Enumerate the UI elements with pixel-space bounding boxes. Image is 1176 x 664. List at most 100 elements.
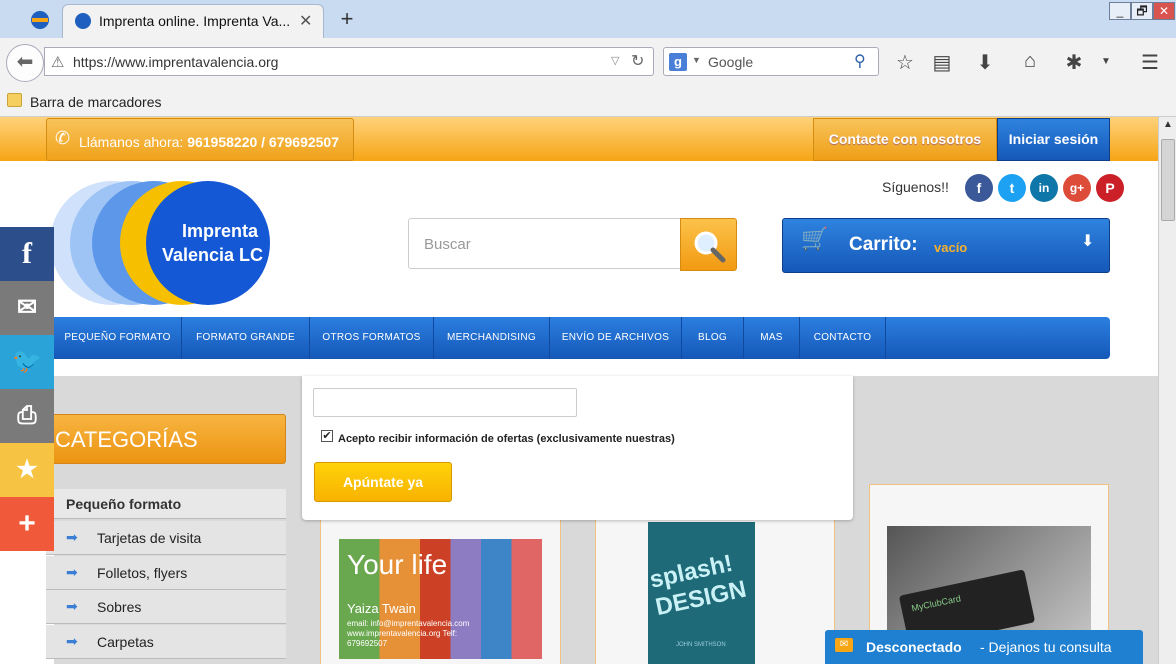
minimize-button[interactable]: _: [1109, 2, 1131, 20]
newsletter-email-input[interactable]: [313, 388, 577, 417]
category-item-label: Tarjetas de visita: [97, 530, 202, 546]
share-twitter-icon[interactable]: 🐦: [0, 335, 54, 389]
login-button[interactable]: Iniciar sesión: [997, 118, 1110, 161]
cart-label: Carrito:: [849, 234, 918, 255]
site-search-input[interactable]: Buscar: [408, 218, 682, 269]
warning-icon: ⚠: [51, 54, 65, 71]
arrow-right-icon: ➡: [66, 633, 78, 649]
call-now-box: ✆ Llámanos ahora: 961958220 / 679692507: [46, 118, 354, 161]
pinterest-icon[interactable]: P: [1096, 174, 1124, 202]
restore-button[interactable]: 🗗: [1131, 2, 1153, 20]
home-icon[interactable]: ⌂: [1018, 50, 1042, 73]
menu-item-merchandising[interactable]: MERCHANDISING: [434, 317, 550, 359]
linkedin-icon[interactable]: in: [1030, 174, 1058, 202]
phone-numbers[interactable]: 961958220 / 679692507: [187, 134, 339, 150]
browser-title-bar: Imprenta online. Imprenta Va... ✕ + _ 🗗 …: [0, 0, 1176, 38]
follow-label: Síguenos!!: [882, 179, 949, 195]
bookmarks-list-icon[interactable]: ▤: [930, 50, 954, 75]
bookmark-star-icon[interactable]: ☆: [893, 50, 917, 75]
reload-icon[interactable]: ↻: [631, 51, 644, 71]
category-item-label: Sobres: [97, 599, 142, 615]
share-more-icon[interactable]: +: [0, 497, 54, 551]
menu-item-contacto[interactable]: CONTACTO: [800, 317, 886, 359]
share-facebook-icon[interactable]: f: [0, 227, 54, 281]
close-window-button[interactable]: ✕: [1153, 2, 1175, 20]
category-item[interactable]: ➡ Sobres: [46, 590, 286, 624]
product-image-design-card[interactable]: splash! DESIGN JOHN SMITHSON: [647, 522, 755, 664]
logo-line-2: Valencia LC: [162, 245, 264, 265]
tab-active[interactable]: Imprenta online. Imprenta Va... ✕: [62, 4, 324, 38]
card2-title: splash! DESIGN: [647, 549, 749, 622]
share-email-icon[interactable]: ✉: [0, 281, 54, 335]
menu-item-formato-grande[interactable]: FORMATO GRANDE: [182, 317, 310, 359]
addon-icon[interactable]: ✱: [1062, 50, 1086, 75]
firefox-menu-icon[interactable]: [20, 6, 60, 34]
close-tab-icon[interactable]: ✕: [299, 11, 312, 31]
downloads-icon[interactable]: ⬇: [973, 50, 997, 75]
category-group[interactable]: Pequeño formato: [46, 489, 286, 519]
cart-state: vacío: [934, 240, 968, 255]
history-dropdown-icon[interactable]: ▽: [611, 54, 619, 67]
facebook-icon[interactable]: f: [965, 174, 993, 202]
url-text: https://www.imprentavalencia.org: [73, 54, 279, 70]
menu-icon[interactable]: ☰: [1138, 50, 1162, 75]
phone-icon: ✆: [55, 128, 71, 148]
product-image-business-card[interactable]: Your life Yaiza Twain email: info@impren…: [339, 539, 542, 659]
chat-status: Desconectado: [866, 639, 962, 655]
scroll-up-icon[interactable]: ▲: [1161, 119, 1175, 133]
addon-dropdown-icon[interactable]: ▼: [1094, 56, 1118, 67]
card1-title: Your life: [347, 549, 448, 580]
web-page: ✆ Llámanos ahora: 961958220 / 679692507 …: [0, 117, 1158, 664]
scroll-thumb[interactable]: [1161, 139, 1175, 221]
google-icon[interactable]: g: [669, 53, 687, 71]
share-print-icon[interactable]: ⎙: [0, 389, 54, 443]
mail-icon: ✉: [835, 638, 853, 652]
category-item[interactable]: ➡ Folletos, flyers: [46, 556, 286, 590]
menu-item-otros-formatos[interactable]: OTROS FORMATOS: [310, 317, 434, 359]
category-item[interactable]: ➡ Carpetas: [46, 625, 286, 659]
cart-icon: 🛒: [801, 226, 829, 251]
subscribe-button[interactable]: Apúntate ya: [314, 462, 452, 502]
search-bar[interactable]: g ▼ Google ⚲: [663, 47, 879, 76]
offers-checkbox[interactable]: ✔: [321, 430, 333, 442]
page-scrollbar[interactable]: ▲: [1158, 117, 1176, 664]
menu-item-blog[interactable]: BLOG: [682, 317, 744, 359]
site-search-button[interactable]: [680, 218, 737, 271]
offers-checkbox-label: Acepto recibir información de ofertas (e…: [338, 433, 675, 445]
search-placeholder: Buscar: [424, 236, 471, 253]
bookmarks-toolbar: Barra de marcadores: [0, 86, 1176, 117]
menu-item-envio-archivos[interactable]: ENVÍO DE ARCHIVOS: [550, 317, 682, 359]
cart-arrow-icon: ⬇: [1081, 233, 1095, 250]
category-item[interactable]: ➡ Tarjetas de visita: [46, 521, 286, 555]
navigation-toolbar: ⬅ ⚠ https://www.imprentavalencia.org ▽ ↻…: [0, 38, 1176, 86]
card2-name: JOHN SMITHSON: [676, 642, 726, 648]
arrow-right-icon: ➡: [66, 529, 78, 545]
call-label: Llámanos ahora:: [79, 134, 184, 150]
site-logo[interactable]: Imprenta Valencia LC: [50, 179, 278, 307]
new-tab-button[interactable]: +: [336, 6, 358, 31]
arrow-right-icon: ➡: [66, 598, 78, 614]
menu-item-mas[interactable]: MAS: [744, 317, 800, 359]
cart-button[interactable]: 🛒 Carrito: vacío ⬇: [782, 218, 1110, 273]
share-favorite-icon[interactable]: ★: [0, 443, 54, 497]
engine-dropdown-icon[interactable]: ▼: [692, 55, 701, 65]
category-item-label: Carpetas: [97, 634, 154, 650]
contact-button[interactable]: Contacte con nosotros: [813, 118, 997, 161]
card1-name: Yaiza Twain: [347, 601, 416, 616]
main-menu: PEQUEÑO FORMATO FORMATO GRANDE OTROS FOR…: [54, 317, 1110, 359]
folder-icon: [7, 93, 22, 107]
googleplus-icon[interactable]: g+: [1063, 174, 1091, 202]
menu-item-pequeno-formato[interactable]: PEQUEÑO FORMATO: [54, 317, 182, 359]
twitter-icon[interactable]: t: [998, 174, 1026, 202]
chat-message: - Dejanos tu consulta: [980, 639, 1112, 655]
bookmarks-folder[interactable]: Barra de marcadores: [30, 94, 162, 110]
categories-title: CATEGORÍAS: [46, 414, 286, 464]
card1-lines: email: info@imprentavalencia.com www.imp…: [347, 619, 470, 648]
search-icon[interactable]: ⚲: [854, 51, 866, 71]
url-bar[interactable]: ⚠ https://www.imprentavalencia.org ▽ ↻: [44, 47, 654, 76]
chat-widget[interactable]: ✉ Desconectado - Dejanos tu consulta: [825, 630, 1143, 664]
tab-title: Imprenta online. Imprenta Va...: [99, 13, 291, 29]
site-favicon-icon: [75, 13, 91, 29]
logo-line-1: Imprenta: [182, 221, 259, 241]
back-button[interactable]: ⬅: [6, 44, 44, 82]
